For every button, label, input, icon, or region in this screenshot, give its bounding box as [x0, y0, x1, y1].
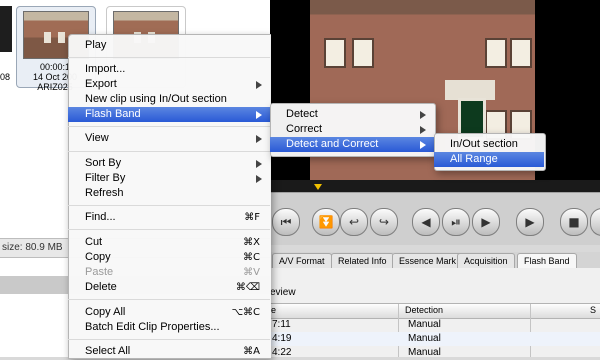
shortcut-find: ⌘F	[244, 212, 260, 223]
play-button[interactable]: ▶	[516, 208, 544, 236]
menu-item-batch-edit[interactable]: Batch Edit Clip Properties...	[68, 320, 270, 335]
playhead-marker[interactable]	[314, 184, 322, 190]
submenu-arrow-icon	[256, 111, 262, 119]
submenu-arrow-icon	[256, 135, 262, 143]
submenu-item-in-out-section[interactable]: In/Out section	[434, 137, 544, 152]
menu-separator	[68, 205, 270, 206]
submenu-item-all-range[interactable]: All Range	[434, 152, 544, 167]
clip-partial-label: 08	[0, 72, 11, 82]
shortcut-copy-all: ⌥⌘C	[231, 307, 260, 318]
row-time: 4:19	[272, 333, 292, 344]
menu-separator	[68, 229, 270, 230]
menu-item-refresh[interactable]: Refresh	[68, 186, 270, 201]
mark-button[interactable]: ■	[560, 208, 588, 236]
submenu-arrow-icon	[420, 111, 426, 119]
submenu-arrow-icon	[420, 126, 426, 134]
menu-item-paste: Paste ⌘V	[85, 266, 260, 278]
window-shape	[510, 38, 532, 68]
shortcut-delete: ⌘⌫	[235, 282, 260, 293]
submenu-item-detect-and-correct[interactable]: Detect and Correct	[270, 137, 434, 152]
menu-item-cut[interactable]: Cut ⌘X	[68, 235, 270, 250]
menu-item-new-clip-in-out[interactable]: New clip using In/Out section	[68, 92, 270, 107]
window-shape	[485, 38, 507, 68]
submenu-arrow-icon	[256, 160, 262, 168]
row-time: 4:22	[272, 347, 292, 358]
tab-flash-band[interactable]: Flash Band	[517, 253, 577, 268]
row-time: 7:11	[272, 319, 291, 330]
menu-item-export[interactable]: Export	[68, 77, 270, 92]
menu-item-copy-all[interactable]: Copy All ⌥⌘C	[68, 305, 270, 320]
tab-av-format[interactable]: A/V Format	[272, 253, 332, 268]
menu-item-copy[interactable]: Copy ⌘C	[68, 250, 270, 265]
step-back-button[interactable]: ◀	[412, 208, 440, 236]
menu-separator	[68, 339, 270, 340]
column-header-detection[interactable]: Detection	[405, 305, 443, 315]
window-shape	[352, 38, 374, 68]
menu-item-filter-by[interactable]: Filter By	[68, 171, 270, 186]
menu-item-sort-by[interactable]: Sort By	[68, 156, 270, 171]
tab-acquisition[interactable]: Acquisition	[457, 253, 515, 268]
size-label: size: 80.9 MB	[2, 242, 63, 253]
menu-item-view[interactable]: View	[68, 131, 270, 146]
table-row[interactable]: 7:11 Manual	[270, 318, 600, 332]
shortcut-paste: ⌘V	[243, 267, 260, 278]
next-clip-button[interactable]: ↪	[370, 208, 398, 236]
submenu-arrow-icon	[256, 81, 262, 89]
submenu-item-detect[interactable]: Detect	[270, 107, 434, 122]
submenu-arrow-icon	[256, 175, 262, 183]
menu-separator	[68, 151, 270, 152]
goto-start-button[interactable]: ⏮	[272, 208, 300, 236]
menu-separator	[68, 299, 270, 300]
menu-item-import[interactable]: Import...	[68, 62, 270, 77]
menu-item-find[interactable]: Find... ⌘F	[68, 210, 270, 225]
menu-item-delete[interactable]: Delete ⌘⌫	[68, 280, 270, 295]
shortcut-cut: ⌘X	[243, 237, 260, 248]
table-row[interactable]: 4:19 Manual	[270, 332, 600, 346]
shortcut-copy: ⌘C	[243, 252, 260, 263]
column-header-time[interactable]: e	[271, 305, 276, 315]
window-shape	[324, 38, 346, 68]
porch-shape	[445, 80, 495, 100]
tab-essence-mark[interactable]: Essence Mark	[392, 253, 464, 268]
row-detection: Manual	[408, 347, 441, 358]
tab-related-info[interactable]: Related Info	[331, 253, 394, 268]
step-forward-button[interactable]: ▶	[472, 208, 500, 236]
menu-separator	[68, 126, 270, 127]
preview-label: eview	[270, 287, 296, 298]
row-detection: Manual	[408, 333, 441, 344]
submenu-arrow-icon	[420, 141, 426, 149]
menu-separator	[68, 57, 270, 58]
clip-thumbnail-partial[interactable]	[0, 6, 12, 52]
table-row[interactable]: 4:22 Manual	[270, 346, 600, 360]
row-detection: Manual	[408, 319, 441, 330]
prev-clip-button[interactable]: ↩	[340, 208, 368, 236]
menu-item-flash-band[interactable]: Flash Band	[68, 107, 270, 122]
submenu-item-correct[interactable]: Correct	[270, 122, 434, 137]
column-header-status[interactable]: S	[590, 305, 596, 315]
menu-item-play[interactable]: Play	[68, 38, 270, 53]
play-pause-button[interactable]: ⏯	[442, 208, 470, 236]
prev-mark-button[interactable]: ⏬	[312, 208, 340, 236]
